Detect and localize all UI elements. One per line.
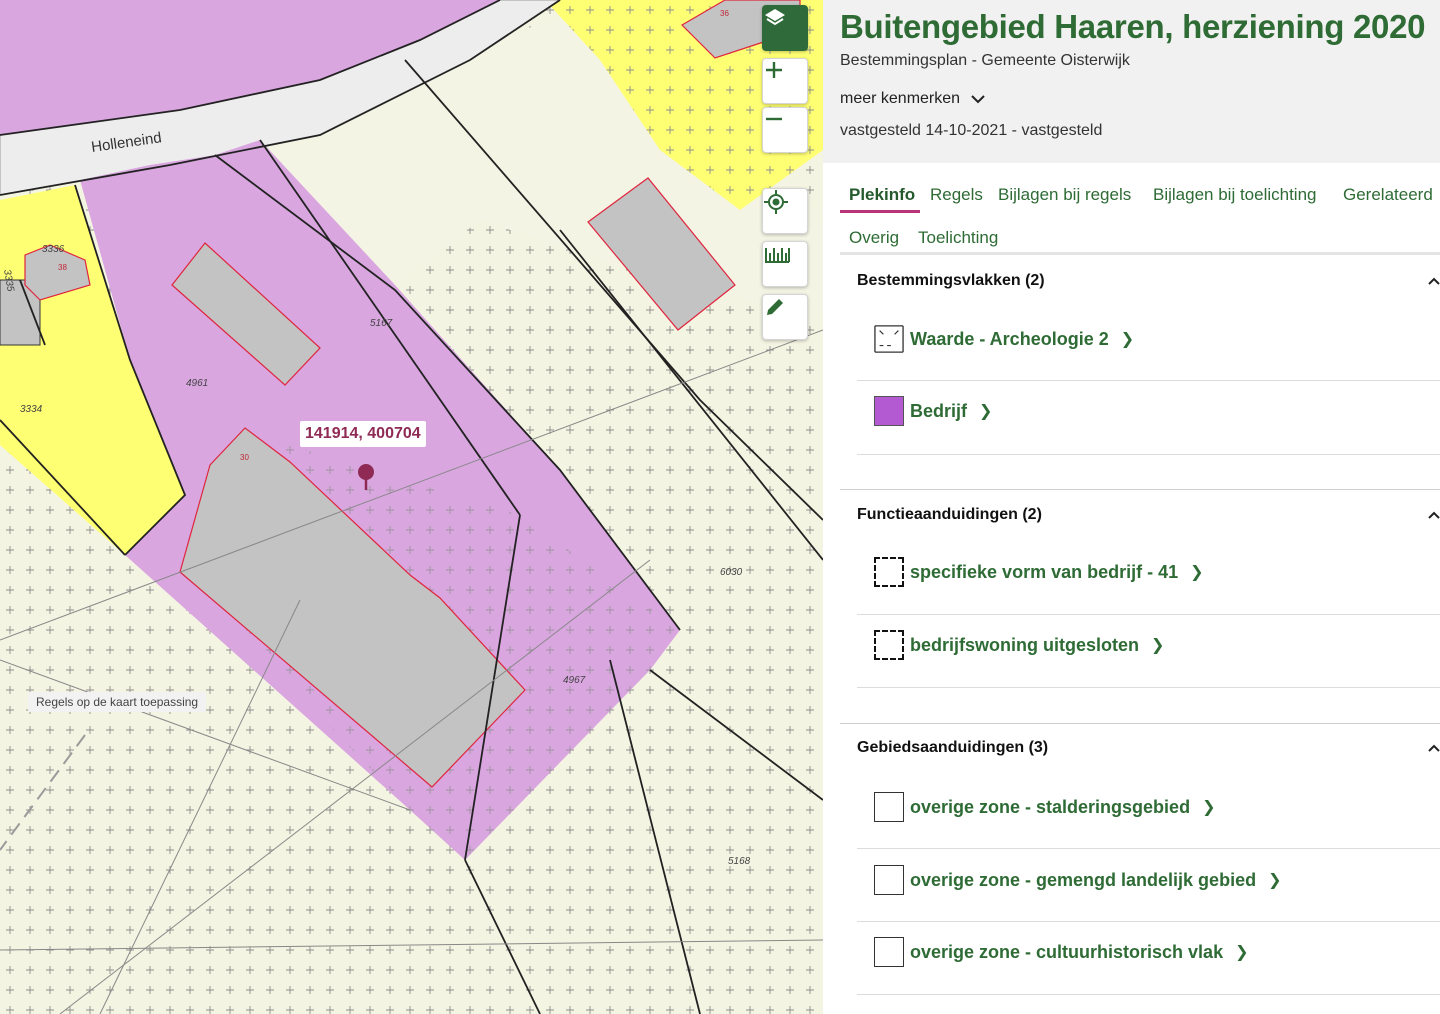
dashed-swatch-icon (874, 630, 904, 660)
chevron-up-icon[interactable] (1428, 743, 1440, 753)
tab-plekinfo[interactable]: Plekinfo (849, 185, 915, 205)
chevron-right-icon: ❯ (1190, 564, 1204, 581)
info-panel: Buitengebied Haaren, herziening 2020 Bes… (823, 0, 1440, 1014)
chevron-right-icon: ❯ (1268, 872, 1282, 889)
tab-bijlagen-toelichting[interactable]: Bijlagen bij toelichting (1153, 185, 1317, 205)
bedrijf-swatch-icon (874, 396, 904, 426)
plan-status: vastgesteld 14-10-2021 - vastgesteld (840, 122, 1103, 139)
coordinate-label: 141914, 400704 (300, 421, 426, 447)
parcel-number: 6030 (720, 567, 743, 578)
outline-swatch-icon (874, 792, 904, 822)
section-title: Bestemmingsvlakken (2) (857, 272, 1045, 289)
building-number: 36 (720, 9, 729, 18)
list-item-label: Waarde - Archeologie 2 (910, 328, 1109, 349)
building-number: 38 (58, 263, 67, 272)
more-properties-label: meer kenmerken (840, 90, 961, 107)
tab-regels[interactable]: Regels (930, 185, 983, 205)
list-item[interactable]: Bedrijf ❯ (857, 380, 1440, 455)
section-title: Gebiedsaanduidingen (3) (857, 739, 1049, 756)
parcel-number: 4961 (186, 378, 208, 389)
tab-bar: Plekinfo Regels Bijlagen bij regels Bijl… (840, 163, 1440, 255)
parcel-number: 5168 (728, 856, 751, 867)
section-divider (840, 723, 1440, 724)
chevron-up-icon[interactable] (1428, 510, 1440, 520)
locate-icon (764, 190, 788, 214)
tab-bijlagen-regels[interactable]: Bijlagen bij regels (998, 185, 1131, 205)
chevron-right-icon: ❯ (979, 403, 993, 420)
map-hint: Regels op de kaart toepassing (28, 692, 207, 712)
tab-gerelateerd[interactable]: Gerelateerd (1343, 185, 1433, 205)
archeologie-swatch-icon (874, 325, 904, 353)
pencil-icon (767, 299, 783, 315)
list-item-label: specifieke vorm van bedrijf - 41 (910, 561, 1179, 582)
chevron-up-icon[interactable] (1428, 276, 1440, 286)
map-view[interactable]: Holleneind 3336 3335 3334 4961 5167 4967… (0, 0, 823, 1014)
ruler-icon (765, 248, 790, 263)
chevron-right-icon: ❯ (1202, 799, 1216, 816)
parcel-number: 5167 (370, 318, 393, 329)
plan-header: Buitengebied Haaren, herziening 2020 Bes… (823, 0, 1440, 163)
list-item-label: Bedrijf (910, 400, 968, 421)
list-item-label: overige zone - gemengd landelijk gebied (910, 869, 1257, 890)
zoom-in-button[interactable] (762, 58, 808, 104)
more-properties-toggle[interactable]: meer kenmerken (840, 90, 1440, 108)
list-item-label: overige zone - stalderingsgebied (910, 796, 1191, 817)
tab-toelichting[interactable]: Toelichting (918, 228, 998, 248)
section-divider (840, 489, 1440, 490)
active-tab-indicator (840, 210, 920, 213)
map-canvas[interactable]: Holleneind 3336 3335 3334 4961 5167 4967… (0, 0, 823, 1014)
layers-icon (765, 9, 785, 26)
list-item[interactable]: Waarde - Archeologie 2 ❯ (857, 300, 1440, 381)
list-item[interactable]: overige zone - cultuurhistorisch vlak ❯ (857, 921, 1440, 995)
list-item[interactable]: bedrijfswoning uitgesloten ❯ (857, 614, 1440, 688)
minus-icon (766, 117, 782, 121)
measure-button[interactable] (762, 241, 808, 287)
plus-icon (766, 62, 782, 78)
chevron-right-icon: ❯ (1120, 331, 1135, 348)
locate-button[interactable] (762, 188, 808, 234)
chevron-right-icon: ❯ (1235, 944, 1249, 961)
dashed-swatch-icon (874, 557, 904, 587)
plan-title: Buitengebied Haaren, herziening 2020 (840, 8, 1426, 45)
draw-button[interactable] (762, 294, 808, 340)
list-item-label: overige zone - cultuurhistorisch vlak (910, 941, 1224, 962)
parcel-number: 3334 (20, 404, 43, 415)
layers-button[interactable] (762, 5, 808, 51)
chevron-down-icon (971, 95, 985, 104)
parcel-number: 3336 (42, 244, 65, 255)
list-item-label: bedrijfswoning uitgesloten (910, 634, 1139, 655)
list-item[interactable]: overige zone - gemengd landelijk gebied … (857, 848, 1440, 922)
chevron-right-icon: ❯ (1151, 637, 1165, 654)
zoom-out-button[interactable] (762, 107, 808, 153)
list-item[interactable]: overige zone - stalderingsgebied ❯ (857, 770, 1440, 849)
building-number: 30 (240, 453, 249, 462)
parcel-number: 4967 (563, 675, 586, 686)
outline-swatch-icon (874, 865, 904, 895)
section-title: Functieaanduidingen (2) (857, 506, 1042, 523)
outline-swatch-icon (874, 937, 904, 967)
list-item[interactable]: specifieke vorm van bedrijf - 41 ❯ (857, 535, 1440, 615)
tab-overig[interactable]: Overig (849, 228, 899, 248)
plan-subtitle: Bestemmingsplan - Gemeente Oisterwijk (840, 52, 1130, 69)
